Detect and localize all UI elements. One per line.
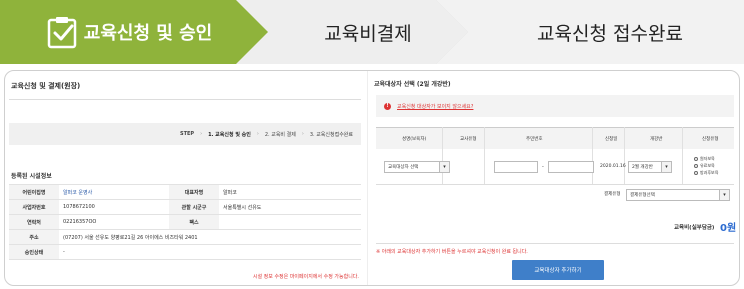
radio-icon bbox=[694, 171, 698, 175]
dash: - bbox=[542, 164, 544, 170]
value-facility-name: 알퍼코 운영사 bbox=[59, 184, 169, 200]
step-3-label: 교육신청 접수완료 bbox=[537, 22, 683, 45]
radio-icon bbox=[694, 164, 698, 168]
stepbar-step-2: 2. 교육비 결제 bbox=[264, 131, 296, 138]
label-address: 주소 bbox=[9, 229, 59, 245]
missing-target-link[interactable]: 교육신청 대상자가 보이지 않으세요? bbox=[397, 103, 473, 110]
right-panel: 교육대상자 선택 (2일 개강반) ! 교육신청 대상자가 보이지 않으세요? … bbox=[367, 71, 739, 285]
application-screenshot: 교육신청 및 결제(원장) STEP › 1. 교육신청 및 승인 › 2. 교… bbox=[4, 70, 740, 286]
clipboard-check-icon bbox=[47, 17, 77, 49]
step-1-active: 교육신청 및 승인 bbox=[0, 0, 268, 64]
alert-icon: ! bbox=[384, 102, 391, 110]
chevron-down-icon: ▾ bbox=[439, 162, 449, 172]
table-row: 교육대상자 선택 ▾ - 2020.01.16 2월 개강반 ▾ 원자보육 유료… bbox=[376, 149, 734, 185]
resident-number-front-input[interactable] bbox=[494, 161, 538, 173]
total-fee-label: 교육비(실부담금) bbox=[674, 225, 715, 231]
chevron-right-icon: › bbox=[200, 131, 203, 137]
label-facility-name: 어린이집명 bbox=[9, 184, 59, 200]
chevron-down-icon: ▾ bbox=[719, 190, 729, 200]
table-row: 연락처 02216357OO 팩스 bbox=[9, 214, 361, 230]
chevron-down-icon: ▾ bbox=[661, 162, 671, 172]
section-title: 교육대상자 선택 (2일 개강반) bbox=[374, 81, 451, 88]
value-fax bbox=[219, 214, 361, 230]
label-contact: 연락처 bbox=[9, 214, 59, 230]
total-fee-value: 0원 bbox=[720, 223, 737, 234]
radio-label: 원자보육 bbox=[700, 156, 715, 161]
stepbar-label: STEP bbox=[179, 131, 195, 137]
value-district: 서울특별시 선유도 bbox=[219, 199, 361, 215]
left-panel: 교육신청 및 결제(원장) STEP › 1. 교육신청 및 승인 › 2. 교… bbox=[5, 71, 367, 285]
label-approval-status: 승인상태 bbox=[9, 244, 59, 260]
class-select[interactable]: 2월 개강반 ▾ bbox=[628, 161, 672, 173]
value-approval-status: - bbox=[59, 244, 361, 260]
person-select-value: 교육대상자 선택 bbox=[388, 165, 419, 170]
col-apply-type: 신청유형 bbox=[702, 137, 719, 142]
section-title: 등록된 시설정보 bbox=[11, 173, 52, 180]
step-3: 교육신청 접수완료 bbox=[436, 0, 744, 64]
radio-option[interactable]: 원자보육 bbox=[694, 155, 718, 162]
col-resident-number: 주민번호 bbox=[526, 137, 543, 142]
step-1-label: 교육신청 및 승인 bbox=[83, 23, 213, 44]
screen: 교육신청 접수완료 교육비결제 교육신청 및 승인 교육신청 및 결제(원장) … bbox=[0, 0, 744, 289]
step-2: 교육비결제 bbox=[236, 0, 468, 64]
apply-date-value: 2020.01.16 bbox=[600, 164, 626, 169]
facility-info-table: 어린이집명 알퍼코 운영사 대표자명 알퍼코 사업자번호 1078672100 … bbox=[9, 184, 361, 260]
add-notice: ※ 아래의 교육대상자 추가하기 버튼을 누르셔야 교육신청이 완료 됩니다. bbox=[376, 249, 528, 255]
missing-target-alert: ! 교육신청 대상자가 보이지 않으세요? bbox=[376, 95, 734, 117]
radio-label: 방과후보육 bbox=[700, 170, 719, 175]
person-select[interactable]: 교육대상자 선택 ▾ bbox=[384, 161, 450, 173]
divider bbox=[9, 99, 361, 100]
label-fax: 팩스 bbox=[169, 214, 219, 230]
table-row: 사업자번호 1078672100 관할 시군구 서울특별시 선유도 bbox=[9, 199, 361, 215]
chevron-right-icon: › bbox=[301, 131, 304, 137]
table-row: 어린이집명 알퍼코 운영사 대표자명 알퍼코 bbox=[9, 184, 361, 200]
col-teacher-type: 교사유형 bbox=[460, 137, 477, 142]
label-business-number: 사업자번호 bbox=[9, 199, 59, 215]
facility-edit-notice: 시설 정보 수정은 마이페이지에서 수정 가능합니다. bbox=[252, 274, 359, 280]
stepbar-step-1: 1. 교육신청 및 승인 bbox=[208, 131, 251, 138]
table-row: 승인상태 - bbox=[9, 244, 361, 260]
step-2-label: 교육비결제 bbox=[324, 22, 412, 45]
table-header: 성명(보육자) 교사유형 주민번호 신청일 개강반 신청유형 bbox=[376, 127, 734, 149]
payment-type-select-value: 결제유형선택 bbox=[630, 193, 655, 198]
value-business-number: 1078672100 bbox=[59, 199, 169, 215]
payment-type-select[interactable]: 결제유형선택 ▾ bbox=[626, 189, 730, 201]
label-representative: 대표자명 bbox=[169, 184, 219, 200]
radio-icon bbox=[694, 157, 698, 161]
col-class: 개강반 bbox=[650, 137, 663, 142]
apply-type-radio-group: 원자보육 유료보육 방과후보육 bbox=[694, 155, 718, 176]
step-banner: 교육신청 접수완료 교육비결제 교육신청 및 승인 bbox=[0, 0, 744, 64]
radio-option[interactable]: 방과후보육 bbox=[694, 169, 718, 176]
radio-label: 유료보육 bbox=[700, 163, 715, 168]
chevron-right-icon: › bbox=[256, 131, 259, 137]
payment-type-label: 결제유형 bbox=[604, 192, 621, 197]
divider bbox=[376, 243, 734, 244]
col-name: 성명(보육자) bbox=[402, 137, 427, 142]
value-representative: 알퍼코 bbox=[219, 184, 361, 200]
col-apply-date: 신청일 bbox=[605, 137, 618, 142]
class-select-value: 2월 개강반 bbox=[632, 165, 653, 170]
value-address: (07207) 서울 선유도 양평로21길 26 아이에스 비즈타워 2401 bbox=[59, 229, 361, 245]
value-contact: 02216357OO bbox=[59, 214, 169, 230]
resident-number-back-input[interactable] bbox=[548, 161, 594, 173]
add-target-button[interactable]: 교육대상자 추가하기 bbox=[512, 260, 604, 280]
label-district: 관할 시군구 bbox=[169, 199, 219, 215]
step-progress-bar: STEP › 1. 교육신청 및 승인 › 2. 교육비 결제 › 3. 교육신… bbox=[9, 123, 361, 145]
radio-option[interactable]: 유료보육 bbox=[694, 162, 718, 169]
stepbar-step-3: 3. 교육신청접수완료 bbox=[309, 131, 353, 138]
page-title: 교육신청 및 결제(원장) bbox=[11, 82, 81, 90]
table-row: 주소 (07207) 서울 선유도 양평로21길 26 아이에스 비즈타워 24… bbox=[9, 229, 361, 245]
